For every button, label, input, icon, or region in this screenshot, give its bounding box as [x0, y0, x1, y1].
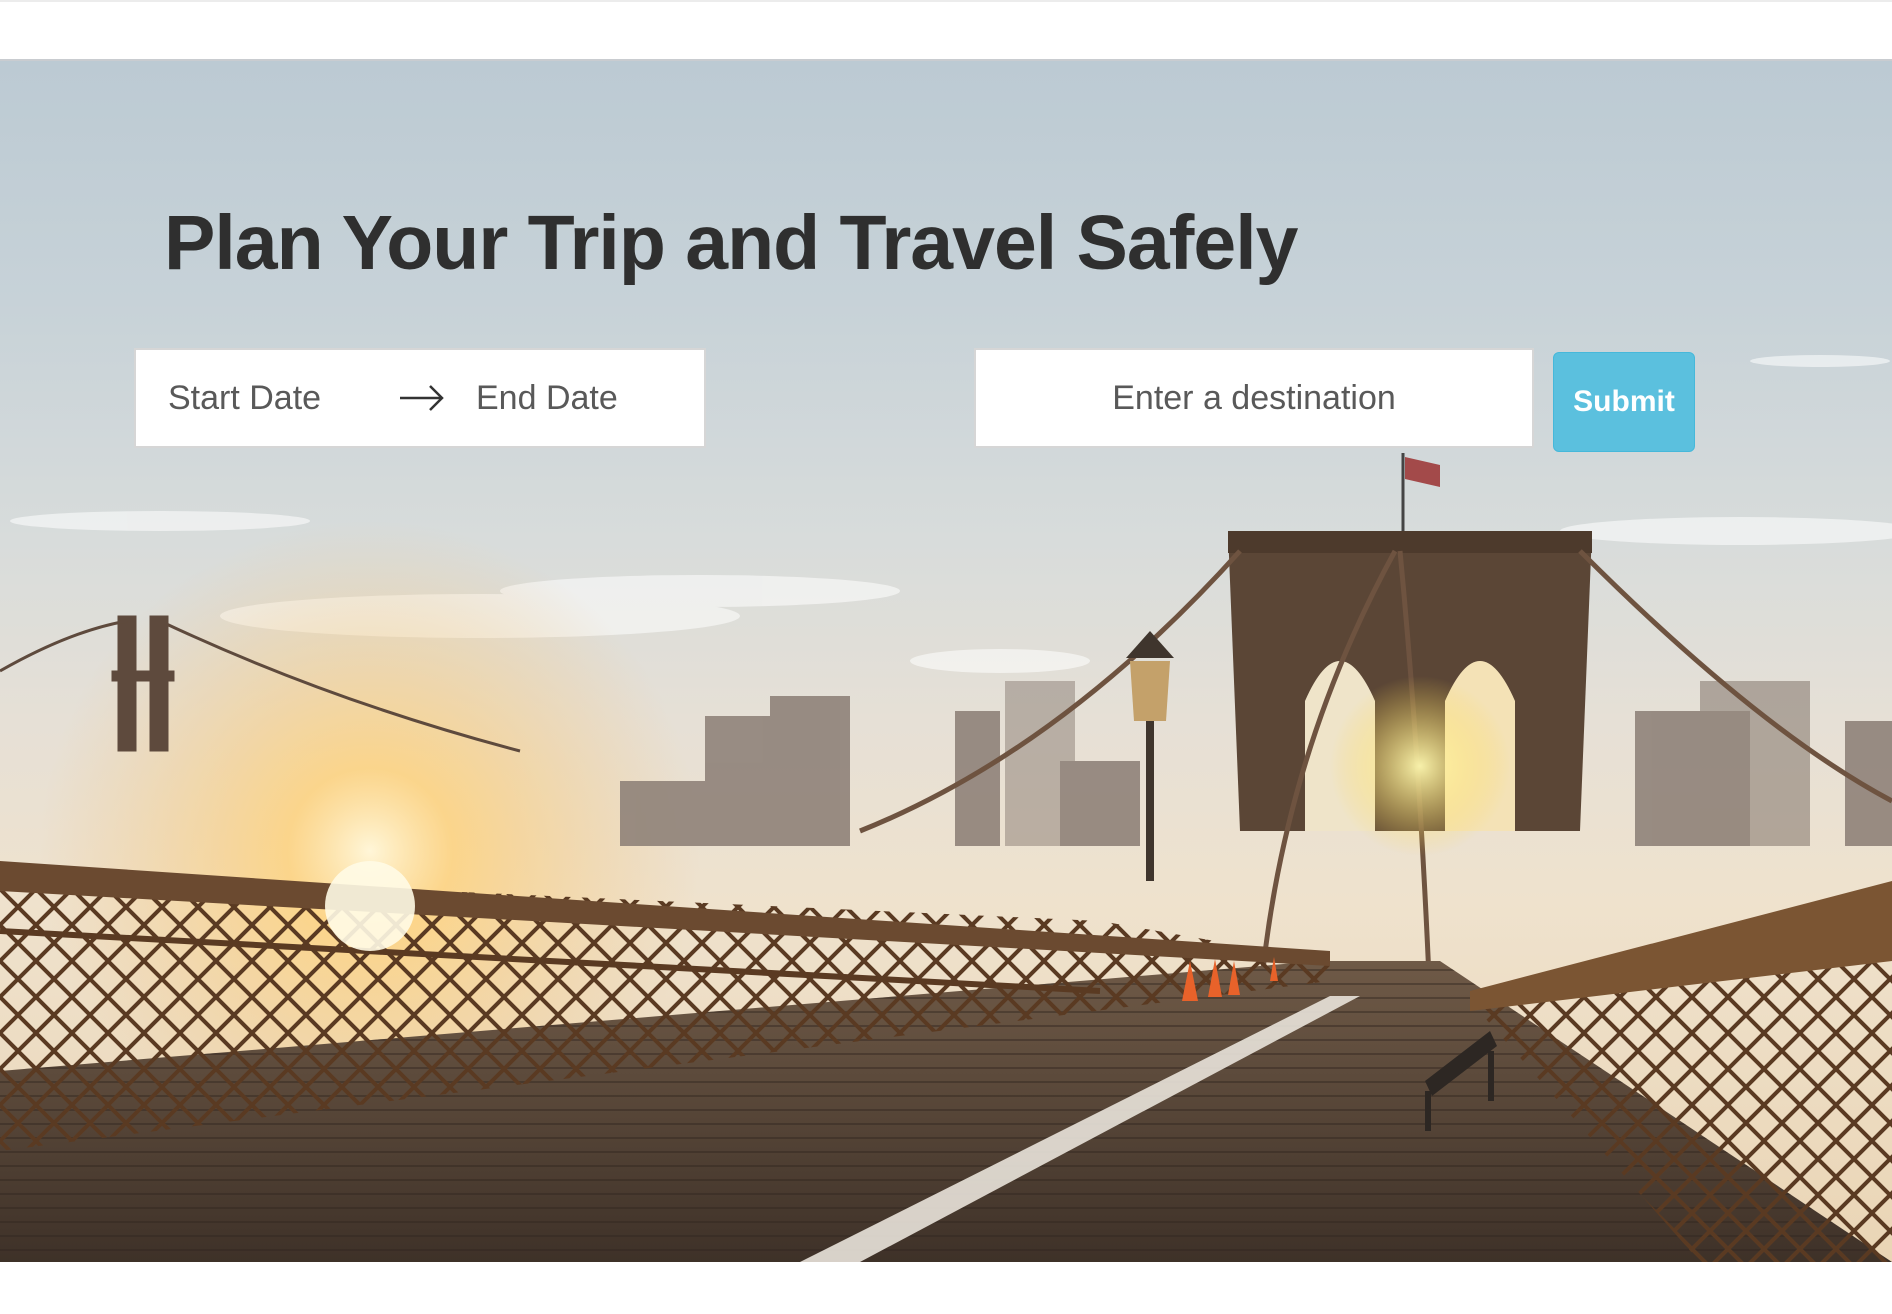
date-range-picker[interactable] [134, 348, 706, 448]
page-title: Plan Your Trip and Travel Safely [164, 200, 1298, 286]
top-bar [0, 0, 1892, 61]
destination-field[interactable] [974, 348, 1534, 448]
arrow-right-icon [400, 385, 444, 411]
page-footer-strip [0, 1262, 1892, 1314]
hero-banner: Plan Your Trip and Travel Safely Submit [0, 61, 1892, 1262]
submit-button[interactable]: Submit [1553, 352, 1695, 452]
end-date-input[interactable] [476, 374, 676, 422]
start-date-input[interactable] [168, 374, 368, 422]
destination-input[interactable] [976, 374, 1532, 422]
